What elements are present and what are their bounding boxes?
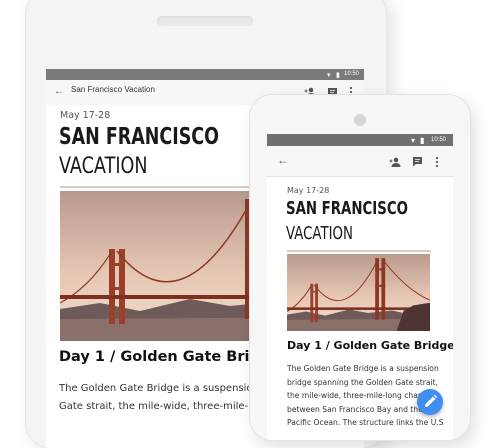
wifi-icon: ▾ xyxy=(411,136,416,145)
trip-dates: May 17-28 xyxy=(60,110,111,121)
phone-status-bar: ▾ ▮ 10:50 xyxy=(267,134,453,146)
golden-gate-photo xyxy=(287,254,430,331)
body-line: Pacific Ocean. The structure links the U… xyxy=(287,418,444,428)
more-vert-icon[interactable] xyxy=(435,156,439,168)
section-title: Day 1 / Golden Gate Bridge xyxy=(287,339,453,352)
battery-icon: ▮ xyxy=(420,136,425,145)
arrow-left-icon[interactable]: ← xyxy=(277,154,289,166)
headline-line1: SAN FRANCISCO xyxy=(286,198,408,219)
phone-camera xyxy=(354,114,366,126)
section-title: Day 1 / Golden Gate Bridge xyxy=(59,349,281,365)
phone-app-bar: ← xyxy=(267,146,453,177)
body-line: bridge spanning the Golden Gate strait, xyxy=(287,377,439,387)
tablet-status-time: 10:50 xyxy=(344,71,360,77)
pencil-icon xyxy=(425,394,438,407)
phone-screen: ▾ ▮ 10:50 ← May 17-28 SAN FRANCISCO VACA… xyxy=(267,134,453,440)
comment-icon[interactable] xyxy=(412,156,423,167)
tablet-speaker-slot xyxy=(157,16,253,26)
headline-line2: VACATION xyxy=(286,224,353,244)
headline-divider xyxy=(287,250,431,252)
tablet-status-bar: ▾ ▮ 10:50 xyxy=(46,69,364,80)
body-line: The Golden Gate Bridge is a suspension xyxy=(287,364,439,373)
phone-device: ▾ ▮ 10:50 ← May 17-28 SAN FRANCISCO VACA… xyxy=(250,95,470,440)
trip-dates: May 17-28 xyxy=(287,186,330,195)
headline-line1: SAN FRANCISCO xyxy=(59,124,220,150)
edit-fab-button[interactable] xyxy=(417,389,443,415)
tablet-app-title: San Francisco Vacation xyxy=(71,85,155,94)
phone-status-time: 10:50 xyxy=(431,137,447,143)
person-add-icon[interactable] xyxy=(389,156,401,168)
arrow-left-icon[interactable]: ← xyxy=(54,86,64,97)
headline-line2: VACATION xyxy=(59,154,148,179)
